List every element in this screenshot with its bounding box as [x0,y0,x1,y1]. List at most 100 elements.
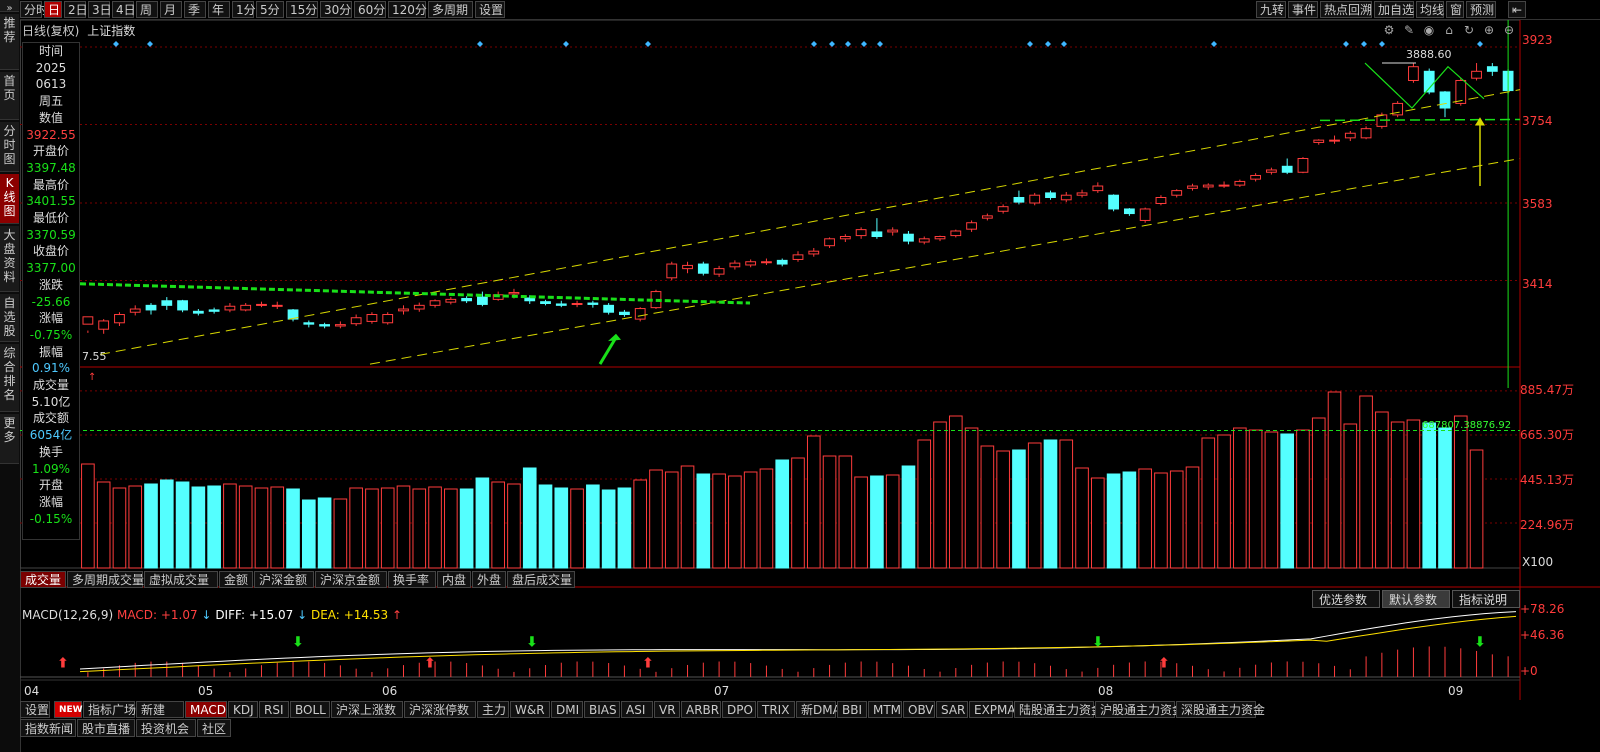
collapse-icon[interactable]: » [0,0,19,14]
period-button-6[interactable]: 月 [160,1,182,18]
indicator-tab-13[interactable]: BIAS [584,701,620,718]
toolbar-right-button-2[interactable]: 热点回溯 [1320,1,1372,18]
period-button-7[interactable]: 季 [184,1,206,18]
candle-body [1218,184,1230,187]
period-button-12[interactable]: 30分 [320,1,352,18]
bottom-tab-1[interactable]: 股市直播 [77,719,135,737]
nav-item-1[interactable]: 首页 [0,72,19,120]
eye-icon[interactable]: ◉ [1422,23,1436,37]
indicator-tab-17[interactable]: DPO [722,701,756,718]
indicator-tab-0[interactable]: 设置 [20,701,50,718]
pen-icon[interactable]: ✎ [1402,23,1416,37]
period-button-16[interactable]: 设置 [475,1,505,18]
settings-icon[interactable]: ⚙ [1382,23,1396,37]
candle-body [1439,91,1451,109]
refresh-icon[interactable]: ↻ [1462,23,1476,37]
indicator-tab-19[interactable]: 新DMA [796,701,841,718]
indicator-tab-22[interactable]: OBV [903,701,935,718]
period-button-15[interactable]: 多周期 [428,1,473,18]
indicator-tab-15[interactable]: VR [654,701,680,718]
toolbar-right-button-6[interactable]: 预测 [1466,1,1496,18]
volume-tab-2[interactable]: 虚拟成交量 [144,571,218,588]
volume-tab-7[interactable]: 内盘 [437,571,471,588]
period-button-5[interactable]: 周 [136,1,158,18]
indicator-tab-23[interactable]: SAR [936,701,968,718]
indicator-tab-25[interactable]: 陆股通主力资金 [1014,701,1103,718]
volume-bar [1438,427,1452,569]
zoom-out-icon[interactable]: ⊖ [1502,23,1516,37]
toolbar-right-button-0[interactable]: 九转 [1256,1,1286,18]
zoom-in-icon[interactable]: ⊕ [1482,23,1496,37]
nav-item-4[interactable]: 大盘资料 [0,226,19,292]
event-marker [1027,41,1033,47]
macd-button-2[interactable]: 指标说明 [1452,590,1520,608]
period-button-3[interactable]: 3日 [88,1,112,18]
indicator-tab-14[interactable]: ASI [621,701,653,718]
period-button-11[interactable]: 15分 [286,1,318,18]
toolbar-right-button-4[interactable]: 均线 [1416,1,1444,18]
nav-item-3[interactable]: K线图 [0,174,19,224]
indicator-tab-21[interactable]: MTM [868,701,902,718]
volume-tab-9[interactable]: 盘后成交量 [507,571,575,588]
home-icon[interactable]: ⌂ [1442,23,1456,37]
indicator-tab-10[interactable]: 主力 [477,701,509,718]
volume-tab-1[interactable]: 多周期成交量 [67,571,144,588]
macd-button-1[interactable]: 默认参数 [1382,590,1450,608]
indicator-tab-27[interactable]: 深股通主力资金 [1176,701,1265,718]
indicator-tab-8[interactable]: 沪深上涨数 [331,701,403,718]
period-button-14[interactable]: 120分 [388,1,427,18]
nav-item-6[interactable]: 综合排名 [0,344,19,412]
bottom-tab-3[interactable]: 社区 [197,719,231,737]
volume-tab-3[interactable]: 金额 [219,571,253,588]
toolbar-right-button-1[interactable]: 事件 [1288,1,1318,18]
period-button-1[interactable]: 日 [44,1,62,18]
indicator-tab-1[interactable]: NEW [54,701,83,718]
macd-down-arrow-icon: ↓ [201,608,212,622]
volume-tab-4[interactable]: 沪深金额 [254,571,314,588]
candle-body [161,300,173,306]
candle-body [445,298,457,303]
indicator-tabs: 设置 NEW 指标广场 新建 MACD KDJ RSI BOLL 沪深上涨数 沪深涨停数 主力 W&R… [20,701,1520,718]
bottom-tab-0[interactable]: 指数新闻 [20,719,76,737]
period-button-8[interactable]: 年 [208,1,230,18]
volume-tab-5[interactable]: 沪深京金额 [315,571,387,588]
nav-item-5[interactable]: 自选股 [0,294,19,342]
indicator-tab-18[interactable]: TRIX [757,701,795,718]
nav-item-2[interactable]: 分时图 [0,122,19,172]
expand-icon[interactable]: ⇤ [1508,1,1526,18]
period-button-9[interactable]: 1分 [232,1,256,18]
macd-button-0[interactable]: 优选参数 [1312,590,1380,608]
indicator-tab-9[interactable]: 沪深涨停数 [404,701,476,718]
indicator-tab-3[interactable]: 新建 [136,701,184,718]
bottom-tab-2[interactable]: 投资机会 [136,719,196,737]
toolbar-right-button-3[interactable]: 加自选 [1374,1,1414,18]
indicator-tab-6[interactable]: RSI [259,701,289,718]
volume-bar [380,487,395,569]
indicator-tab-11[interactable]: W&R [510,701,550,718]
toolbar-right-button-5[interactable]: 窗 [1446,1,1464,18]
period-button-4[interactable]: 4日 [112,1,136,18]
indicator-tab-16[interactable]: ARBR [681,701,721,718]
nav-item-7[interactable]: 更多 [0,414,19,464]
macd-label: MACD: [116,608,157,622]
indicator-tab-2[interactable]: 指标广场 [83,701,136,718]
period-button-2[interactable]: 2日 [64,1,88,18]
info-row-28: -0.15% [29,511,73,526]
volume-tab-6[interactable]: 换手率 [388,571,436,588]
volume-tabs: 成交量 多周期成交量 虚拟成交量 金额 沪深金额 沪深京金额 换手率 内盘 外盘 盘后成交量 [20,571,1520,588]
period-button-10[interactable]: 5分 [256,1,284,18]
period-button-0[interactable]: 分时 [20,1,48,18]
indicator-tab-5[interactable]: KDJ [228,701,258,718]
indicator-tab-20[interactable]: BBI [837,701,867,718]
indicator-tab-12[interactable]: DMI [551,701,583,718]
volume-tab-8[interactable]: 外盘 [472,571,506,588]
volume-tab-0[interactable]: 成交量 [20,571,66,588]
nav-item-0[interactable]: 推荐 [0,14,19,70]
period-button-13[interactable]: 60分 [354,1,386,18]
volume-bar [1012,449,1026,569]
indicator-tab-24[interactable]: EXPMA [969,701,1016,718]
indicator-tab-26[interactable]: 沪股通主力资金 [1095,701,1184,718]
indicator-tab-4[interactable]: MACD [185,701,227,718]
info-row-22: 成交额 [32,411,69,426]
indicator-tab-7[interactable]: BOLL [290,701,330,718]
